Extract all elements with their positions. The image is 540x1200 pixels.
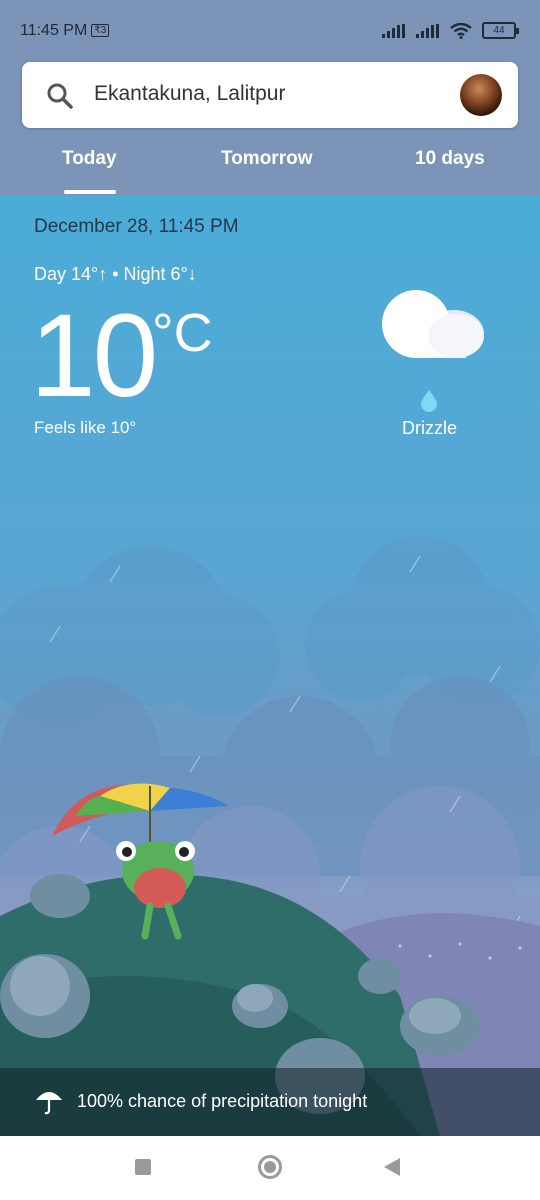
tab-bar: Today Tomorrow 10 days	[0, 142, 540, 196]
home-icon[interactable]	[258, 1155, 282, 1179]
feels-like: Feels like 10°	[34, 418, 137, 437]
current-temperature: 10	[30, 290, 158, 422]
temperature-unit: °C	[152, 303, 213, 363]
status-time: 11:45 PM ₹3	[20, 22, 110, 40]
day-night-temps: Day 14°↑ • Night 6°↓	[34, 264, 197, 284]
time-text: 11:45 PM	[20, 22, 88, 39]
search-bar[interactable]: Ekantakuna, Lalitpur	[22, 62, 518, 128]
wifi-icon	[450, 22, 472, 39]
search-location-text[interactable]: Ekantakuna, Lalitpur	[94, 82, 285, 106]
tab-indicator	[64, 190, 116, 194]
weather-illustration	[0, 536, 540, 1136]
status-bar: 11:45 PM ₹3 44	[0, 0, 540, 62]
raindrop-icon	[421, 390, 437, 412]
precipitation-text: 100% chance of precipitation tonight	[77, 1091, 368, 1111]
recent-apps-icon[interactable]	[135, 1159, 151, 1175]
status-icons: 44	[382, 22, 519, 39]
umbrella-icon	[36, 1092, 62, 1115]
cloud-icon	[382, 290, 484, 358]
battery-icon: 44	[482, 22, 519, 39]
back-icon[interactable]	[384, 1158, 400, 1176]
weather-panel: December 28, 11:45 PM Day 14°↑ • Night 6…	[0, 196, 540, 1136]
condition-label: Drizzle	[402, 418, 458, 438]
tab-10-days[interactable]: 10 days	[415, 148, 485, 170]
tab-tomorrow[interactable]: Tomorrow	[221, 148, 312, 170]
header: Ekantakuna, Lalitpur Today Tomorrow 10 d…	[0, 62, 540, 196]
search-icon[interactable]	[46, 82, 74, 110]
precipitation-banner: 100% chance of precipitation tonight	[0, 1068, 540, 1136]
avatar[interactable]	[460, 74, 502, 116]
signal-icon	[416, 23, 439, 38]
date-time: December 28, 11:45 PM	[34, 216, 239, 237]
navigation-bar	[0, 1136, 540, 1200]
rupee-badge: ₹3	[91, 24, 110, 37]
signal-icon	[382, 23, 405, 38]
tab-today[interactable]: Today	[62, 148, 117, 170]
